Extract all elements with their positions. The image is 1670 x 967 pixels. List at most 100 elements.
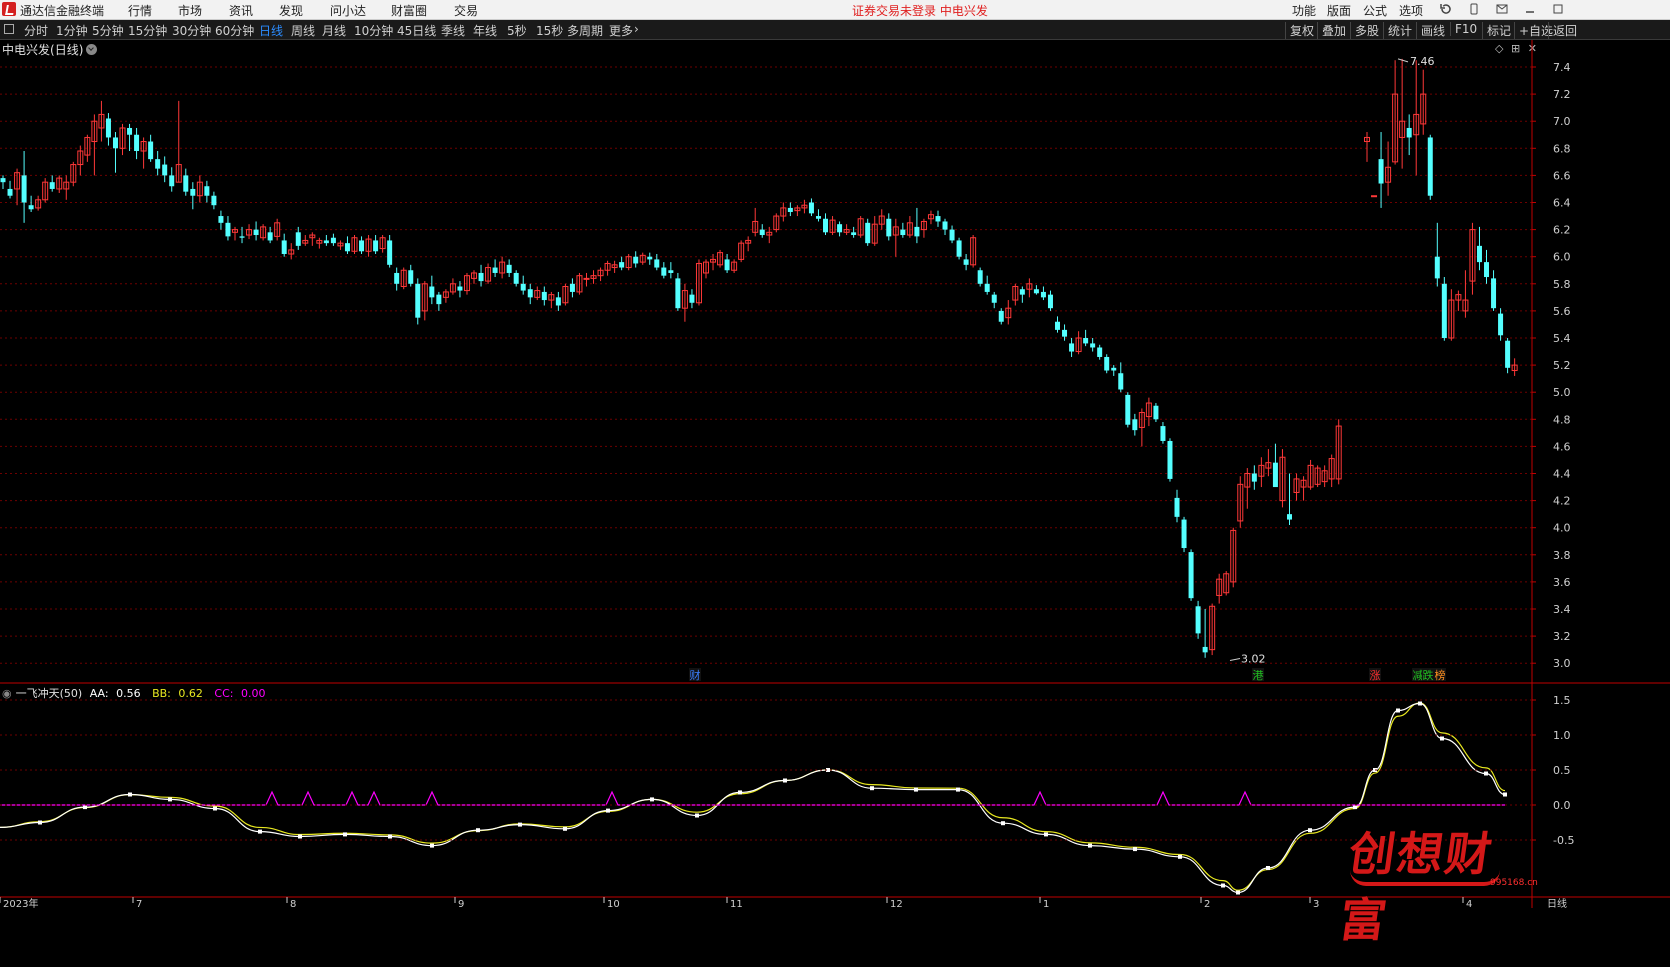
candle bbox=[1090, 338, 1096, 352]
aa-marker bbox=[1266, 866, 1270, 870]
aa-marker bbox=[695, 813, 699, 818]
candle bbox=[731, 259, 738, 273]
candle bbox=[1181, 516, 1187, 553]
candle bbox=[400, 267, 407, 290]
candle bbox=[823, 213, 829, 236]
candle bbox=[738, 240, 745, 263]
candle bbox=[1321, 465, 1328, 488]
candle bbox=[647, 252, 653, 265]
candle-body bbox=[759, 229, 765, 236]
candle bbox=[1399, 58, 1406, 169]
candle-body bbox=[1188, 552, 1194, 599]
candle bbox=[28, 195, 34, 212]
candle-body bbox=[661, 267, 667, 276]
candle-body bbox=[457, 286, 463, 291]
candle bbox=[1505, 338, 1511, 374]
candle-body bbox=[1202, 646, 1208, 653]
candle-body bbox=[956, 240, 962, 257]
candle-body bbox=[1055, 321, 1060, 330]
candle bbox=[1047, 290, 1053, 311]
candle bbox=[204, 180, 210, 203]
candle bbox=[1307, 459, 1314, 490]
min-price-pointer bbox=[1229, 657, 1241, 661]
candle-body bbox=[1195, 606, 1201, 634]
candle bbox=[1167, 438, 1173, 482]
candle bbox=[394, 267, 400, 291]
candle-body bbox=[127, 127, 133, 135]
candle-body bbox=[225, 222, 231, 237]
price-tick-label: 5.0 bbox=[1553, 386, 1571, 399]
price-tick-label: 5.4 bbox=[1553, 332, 1571, 345]
candle bbox=[1258, 457, 1265, 488]
indicator-name[interactable]: 一飞冲天(50) bbox=[16, 687, 83, 700]
candle-body bbox=[295, 232, 301, 246]
candle bbox=[837, 221, 843, 237]
candle bbox=[148, 134, 154, 162]
price-tick-label: 4.8 bbox=[1553, 413, 1571, 426]
date-tick-label: 1 bbox=[1043, 899, 1049, 910]
candle-body bbox=[394, 272, 400, 284]
candle-body bbox=[998, 310, 1004, 322]
candle-body bbox=[162, 164, 168, 176]
candle-body bbox=[155, 159, 161, 169]
candle bbox=[1498, 308, 1504, 341]
candle-body bbox=[633, 256, 639, 264]
candle bbox=[183, 168, 189, 196]
candle bbox=[260, 224, 267, 241]
candle bbox=[1441, 277, 1447, 341]
candle bbox=[281, 233, 287, 257]
price-tick-label: 5.8 bbox=[1553, 278, 1571, 291]
candle bbox=[1484, 249, 1490, 284]
aa-marker bbox=[1178, 854, 1182, 859]
candle-body bbox=[1111, 367, 1117, 371]
candle bbox=[619, 256, 625, 271]
candle-body bbox=[1090, 343, 1096, 348]
candle bbox=[1209, 603, 1216, 656]
candle bbox=[295, 226, 301, 250]
candle bbox=[359, 236, 365, 254]
candle bbox=[1118, 362, 1124, 393]
candle-body bbox=[112, 137, 118, 149]
candle bbox=[288, 243, 295, 260]
candle-body bbox=[984, 283, 990, 292]
candle bbox=[668, 262, 674, 279]
price-tick-label: 4.6 bbox=[1553, 440, 1571, 453]
candle-body bbox=[1104, 356, 1110, 371]
candle bbox=[857, 216, 864, 238]
indicator-dropdown-icon[interactable]: ◉ bbox=[2, 687, 12, 700]
candle-body bbox=[49, 182, 55, 189]
candle-body bbox=[1167, 440, 1173, 479]
candle bbox=[1132, 413, 1138, 436]
price-tick-label: 4.0 bbox=[1553, 522, 1571, 535]
candle bbox=[323, 235, 329, 246]
candle bbox=[21, 151, 27, 223]
candle-body bbox=[963, 259, 969, 265]
aa-marker bbox=[83, 805, 87, 810]
candle-body bbox=[555, 297, 561, 306]
candle bbox=[661, 262, 667, 279]
candle-body bbox=[436, 294, 442, 305]
candle bbox=[506, 259, 512, 278]
candle-body bbox=[1441, 283, 1447, 338]
max-price-label: 7.46 bbox=[1410, 55, 1435, 68]
aa-marker bbox=[518, 822, 522, 827]
candle-body bbox=[1118, 373, 1124, 390]
candle bbox=[436, 291, 442, 311]
candle-body bbox=[1406, 127, 1412, 138]
candle bbox=[351, 235, 358, 254]
candle bbox=[379, 235, 386, 253]
candle bbox=[1279, 449, 1286, 508]
candle bbox=[337, 240, 344, 250]
candle-body bbox=[654, 259, 660, 268]
candle-body bbox=[513, 272, 519, 284]
candle bbox=[1202, 609, 1208, 658]
watermark-logo: 创想财富 995168.cn bbox=[1336, 818, 1538, 947]
candle bbox=[906, 216, 913, 238]
candle bbox=[190, 182, 196, 210]
date-tick-label: 2023年 bbox=[3, 897, 38, 910]
candle bbox=[773, 213, 780, 233]
candle bbox=[14, 168, 21, 206]
event-tag: 财 bbox=[690, 668, 701, 682]
candle-body bbox=[190, 188, 196, 196]
candle bbox=[1195, 600, 1201, 639]
